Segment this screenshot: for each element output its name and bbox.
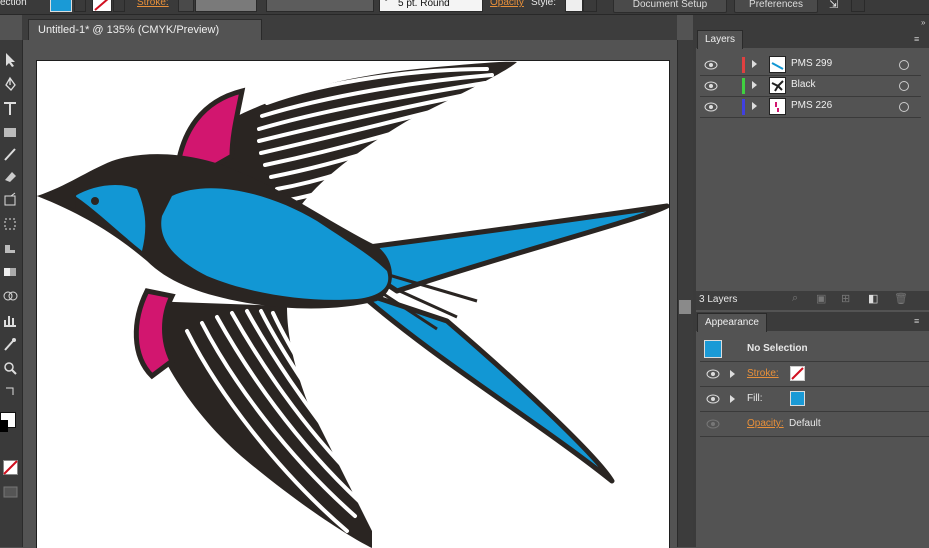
layer-thumbnail: [769, 77, 786, 94]
style-label: Style:: [531, 0, 557, 8]
opacity-label[interactable]: Opacity: [490, 0, 524, 8]
free-transform-tool-icon[interactable]: [2, 216, 18, 232]
eye-icon[interactable]: [704, 80, 718, 92]
type-tool-icon[interactable]: [2, 100, 18, 116]
eye-icon[interactable]: [706, 368, 720, 380]
blend-tool-icon[interactable]: [2, 288, 18, 304]
layers-count: 3 Layers: [699, 294, 738, 305]
expand-icon[interactable]: [752, 81, 757, 89]
lower-magenta: [133, 288, 176, 380]
layer-color-bar: [742, 57, 745, 73]
stroke-weight-stepper[interactable]: [178, 0, 194, 12]
collapse-icon[interactable]: »: [921, 18, 929, 27]
layer-row[interactable]: Black: [700, 76, 921, 97]
arrange-icon[interactable]: ⇲: [829, 0, 838, 11]
lower-wing: [147, 301, 372, 548]
gradient-tool-icon[interactable]: [2, 264, 18, 280]
layer-name[interactable]: PMS 299: [791, 58, 832, 69]
fill-swatch[interactable]: [50, 0, 72, 12]
screen-mode-icon[interactable]: [3, 484, 18, 499]
artboard[interactable]: [36, 60, 670, 548]
stroke-color-box[interactable]: [0, 420, 8, 432]
fill-dropdown[interactable]: [74, 0, 86, 12]
appearance-header: No Selection: [700, 337, 929, 362]
stroke-weight-field[interactable]: [195, 0, 257, 12]
vertical-scrollbar[interactable]: [677, 40, 694, 547]
stroke-row[interactable]: Stroke:: [700, 362, 929, 387]
eye: [91, 197, 99, 205]
layer-row[interactable]: PMS 226: [700, 97, 921, 118]
tail-lower: [354, 288, 615, 484]
layers-tab[interactable]: Layers: [697, 30, 744, 49]
swallow-illustration[interactable]: [37, 61, 669, 548]
layer-row[interactable]: PMS 299: [700, 55, 921, 76]
layer-thumbnail: [769, 56, 786, 73]
eye-icon[interactable]: [706, 393, 720, 405]
variable-width-profile[interactable]: [266, 0, 374, 12]
selection-status: No Selection: [747, 343, 808, 354]
appearance-tab[interactable]: Appearance: [697, 313, 767, 332]
eraser-tool-icon[interactable]: [2, 168, 18, 184]
stroke-swatch[interactable]: [92, 0, 112, 12]
zoom-tool-icon[interactable]: [2, 360, 18, 376]
eye-icon: [706, 419, 720, 429]
fill-swatch[interactable]: [790, 391, 805, 406]
document-setup-button[interactable]: Document Setup: [613, 0, 727, 13]
opacity-label[interactable]: Opacity:: [747, 418, 784, 429]
delete-icon[interactable]: 🗑: [894, 292, 908, 305]
layer-name[interactable]: Black: [791, 79, 815, 90]
style-dropdown[interactable]: [583, 0, 597, 12]
expand-icon[interactable]: [730, 395, 735, 403]
layer-color-bar: [742, 78, 745, 94]
style-swatch[interactable]: [565, 0, 583, 12]
clipping-mask-icon[interactable]: ▣: [816, 292, 826, 305]
control-bar: ection Stroke: ● 5 pt. Round Opacity Sty…: [0, 0, 929, 15]
selection-tool-icon[interactable]: [2, 52, 18, 68]
target-icon[interactable]: [899, 102, 909, 112]
paintbrush-tool-icon[interactable]: [2, 146, 18, 162]
opacity-value: Default: [789, 418, 821, 429]
new-sublayer-icon[interactable]: ⊞: [841, 292, 850, 305]
rotate-tool-icon[interactable]: [2, 192, 18, 208]
expand-icon[interactable]: [730, 370, 735, 378]
shape-builder-tool-icon[interactable]: [2, 240, 18, 256]
fill-preview-swatch: [704, 340, 722, 358]
fill-label: Fill:: [747, 393, 763, 404]
stroke-label[interactable]: Stroke:: [137, 0, 169, 8]
expand-icon[interactable]: [752, 60, 757, 68]
layer-thumbnail: [769, 98, 786, 115]
graph-tool-icon[interactable]: [2, 312, 18, 328]
target-icon[interactable]: [899, 60, 909, 70]
stroke-none-swatch[interactable]: [790, 366, 805, 381]
brush-dropdown[interactable]: ● 5 pt. Round: [379, 0, 483, 12]
appearance-menu-icon[interactable]: ≡: [914, 316, 919, 326]
expand-icon[interactable]: [752, 102, 757, 110]
locate-object-icon[interactable]: ⌕: [792, 292, 798, 305]
opacity-row[interactable]: Opacity: Default: [700, 412, 929, 437]
layers-footer: 3 Layers ⌕ ▣ ⊞ ◧ 🗑: [696, 291, 929, 310]
eyedropper-tool-icon[interactable]: [2, 336, 18, 352]
layer-name[interactable]: PMS 226: [791, 100, 832, 111]
layers-menu-icon[interactable]: ≡: [914, 34, 919, 44]
brush-label: 5 pt. Round: [398, 0, 450, 9]
rectangle-tool-icon[interactable]: [2, 124, 18, 140]
swap-colors-icon[interactable]: [2, 384, 18, 400]
stroke-dropdown[interactable]: [113, 0, 125, 12]
tools-panel: [0, 40, 23, 547]
stroke-label[interactable]: Stroke:: [747, 368, 779, 379]
target-icon[interactable]: [899, 81, 909, 91]
pen-tool-icon[interactable]: [2, 76, 18, 92]
new-layer-icon[interactable]: ◧: [868, 292, 878, 305]
fill-row[interactable]: Fill:: [700, 387, 929, 412]
eye-icon[interactable]: [704, 59, 718, 71]
arrange-dropdown[interactable]: [851, 0, 865, 12]
none-color-icon[interactable]: [3, 460, 18, 475]
preferences-button[interactable]: Preferences: [734, 0, 818, 13]
document-tab[interactable]: Untitled-1* @ 135% (CMYK/Preview): [28, 19, 262, 40]
layer-color-bar: [742, 99, 745, 115]
eye-icon[interactable]: [704, 101, 718, 113]
selection-label: ection: [0, 0, 27, 8]
brush-dot-icon: ●: [384, 0, 388, 3]
scrollbar-thumb[interactable]: [679, 300, 691, 314]
